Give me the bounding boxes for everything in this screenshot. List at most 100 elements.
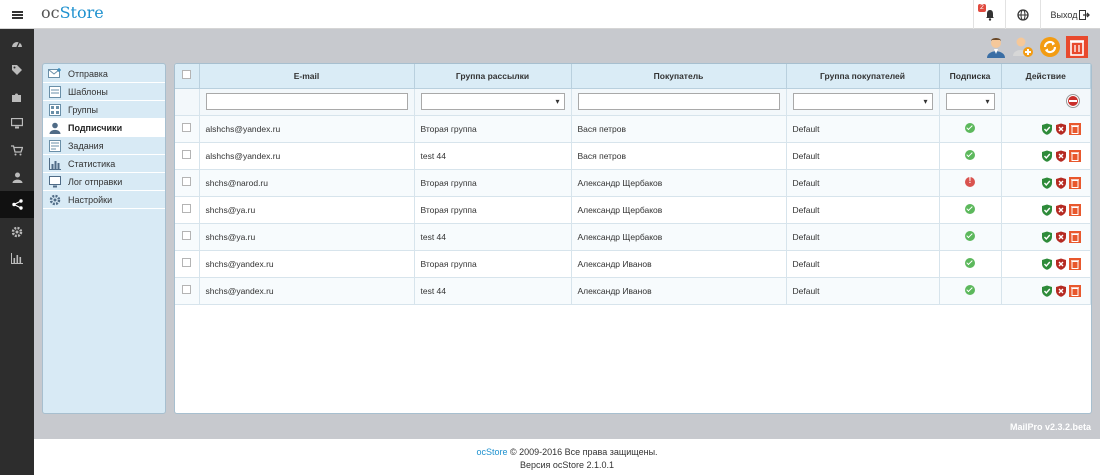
- row-checkbox[interactable]: [182, 177, 192, 186]
- delete-button[interactable]: [1066, 36, 1088, 58]
- cell-email: shchs@narod.ru: [199, 169, 415, 197]
- deactivate-shield-icon[interactable]: [1055, 204, 1067, 216]
- column-group[interactable]: Группа рассылки: [414, 64, 572, 89]
- column-customer-group[interactable]: Группа покупателей: [786, 64, 940, 89]
- row-select-cell: [175, 196, 200, 224]
- cell-group: Вторая группа: [414, 169, 572, 197]
- delete-row-icon[interactable]: [1069, 149, 1081, 162]
- delete-row-icon[interactable]: [1069, 122, 1081, 135]
- cell-customer: Александр Иванов: [571, 277, 787, 305]
- nav-design[interactable]: [0, 110, 34, 137]
- subscribed-status-icon: [965, 149, 975, 160]
- row-select-cell: [175, 169, 200, 197]
- delete-icon: [1066, 36, 1088, 58]
- deactivate-shield-icon[interactable]: [1055, 177, 1067, 189]
- menu-item-settings[interactable]: Настройки: [43, 191, 165, 209]
- deactivate-shield-icon[interactable]: [1055, 258, 1067, 270]
- nav-reports[interactable]: [0, 245, 34, 272]
- row-checkbox[interactable]: [182, 285, 192, 294]
- deactivate-shield-icon[interactable]: [1055, 231, 1067, 243]
- logo[interactable]: ocStore: [41, 3, 104, 22]
- menu-item-send-log[interactable]: Лог отправки: [43, 173, 165, 191]
- column-email[interactable]: E-mail: [199, 64, 415, 89]
- email-filter-input[interactable]: [205, 93, 408, 110]
- row-checkbox[interactable]: [182, 123, 192, 132]
- table-row: shchs@yandex.ru Вторая группа Александр Ив…: [175, 250, 1091, 278]
- row-checkbox[interactable]: [182, 204, 192, 213]
- cell-email: shchs@yandex.ru: [199, 250, 415, 278]
- activate-shield-icon[interactable]: [1041, 177, 1053, 189]
- add-subscriber-icon: [987, 38, 1005, 58]
- nav-customers[interactable]: [0, 164, 34, 191]
- menu-item-tasks[interactable]: Задания: [43, 137, 165, 155]
- error-status-icon: [965, 176, 975, 187]
- add-subscriber-button[interactable]: [985, 36, 1007, 58]
- select-all-checkbox[interactable]: [182, 70, 192, 80]
- subscribed-status-icon: [965, 230, 975, 241]
- activate-shield-icon[interactable]: [1041, 150, 1053, 162]
- table-row: alshchs@yandex.ru test 44 Вася петров Defau…: [175, 142, 1091, 170]
- activate-shield-icon[interactable]: [1041, 231, 1053, 243]
- logout-button[interactable]: Выход: [1040, 0, 1100, 29]
- cell-customer-group: Default: [786, 277, 940, 305]
- menu-item-statistics[interactable]: Статистика: [43, 155, 165, 173]
- refresh-button[interactable]: [1039, 36, 1061, 58]
- menu-label-statistics: Статистика: [68, 158, 116, 169]
- activate-shield-icon[interactable]: [1041, 285, 1053, 297]
- cell-customer-group: Default: [786, 223, 940, 251]
- cell-customer: Александр Щербаков: [571, 169, 787, 197]
- activate-shield-icon[interactable]: [1041, 123, 1053, 135]
- activate-shield-icon[interactable]: [1041, 258, 1053, 270]
- globe-icon: [1017, 8, 1029, 21]
- menu-item-subscribers[interactable]: Подписчики: [43, 119, 165, 137]
- nav-marketing[interactable]: [0, 191, 34, 218]
- nav-sales[interactable]: [0, 137, 34, 164]
- delete-row-icon[interactable]: [1069, 284, 1081, 297]
- menu-item-templates[interactable]: Шаблоны: [43, 83, 165, 101]
- nav-catalog[interactable]: [0, 56, 34, 83]
- nav-system[interactable]: [0, 218, 34, 245]
- customer-filter-input[interactable]: [577, 93, 780, 110]
- subscription-filter-select[interactable]: [945, 93, 995, 110]
- monitor-icon: [48, 175, 62, 188]
- nav-dashboard[interactable]: [0, 29, 34, 56]
- chart-icon: [48, 157, 62, 170]
- menu-label-tasks: Задания: [68, 140, 104, 151]
- notifications-button[interactable]: 2: [973, 0, 1005, 29]
- cell-email: shchs@ya.ru: [199, 196, 415, 224]
- delete-row-icon[interactable]: [1069, 230, 1081, 243]
- cell-customer: Александр Щербаков: [571, 196, 787, 224]
- cell-group: test 44: [414, 223, 572, 251]
- cell-subscription: [939, 115, 1002, 143]
- nav-extensions[interactable]: [0, 83, 34, 110]
- activate-shield-icon[interactable]: [1041, 204, 1053, 216]
- column-customer[interactable]: Покупатель: [571, 64, 787, 89]
- deactivate-shield-icon[interactable]: [1055, 285, 1067, 297]
- group-filter-select[interactable]: [420, 93, 565, 110]
- footer-brand-link[interactable]: ocStore: [476, 447, 507, 457]
- top-bar: ocStore 2 Выход: [0, 0, 1100, 29]
- language-button[interactable]: [1005, 0, 1040, 29]
- delete-row-icon[interactable]: [1069, 257, 1081, 270]
- cell-actions: [1001, 223, 1091, 251]
- deactivate-shield-icon[interactable]: [1055, 150, 1067, 162]
- customer-group-filter-select[interactable]: [792, 93, 933, 110]
- task-icon: [48, 139, 62, 152]
- menu-item-groups[interactable]: Группы: [43, 101, 165, 119]
- menu-toggle-icon[interactable]: [0, 0, 34, 29]
- subscribed-status-icon: [965, 122, 975, 133]
- cell-email: alshchs@yandex.ru: [199, 142, 415, 170]
- row-checkbox[interactable]: [182, 258, 192, 267]
- menu-item-send[interactable]: Отправка: [43, 65, 165, 83]
- deactivate-shield-icon[interactable]: [1055, 123, 1067, 135]
- table-row: alshchs@yandex.ru Вторая группа Вася петро…: [175, 115, 1091, 143]
- delete-row-icon[interactable]: [1069, 176, 1081, 189]
- row-checkbox[interactable]: [182, 231, 192, 240]
- clear-filter-icon[interactable]: [1066, 93, 1080, 108]
- add-user-icon: [1013, 37, 1033, 57]
- row-select-cell: [175, 277, 200, 305]
- delete-row-icon[interactable]: [1069, 203, 1081, 216]
- row-checkbox[interactable]: [182, 150, 192, 159]
- column-subscription[interactable]: Подписка: [939, 64, 1002, 89]
- add-user-button[interactable]: [1012, 36, 1034, 58]
